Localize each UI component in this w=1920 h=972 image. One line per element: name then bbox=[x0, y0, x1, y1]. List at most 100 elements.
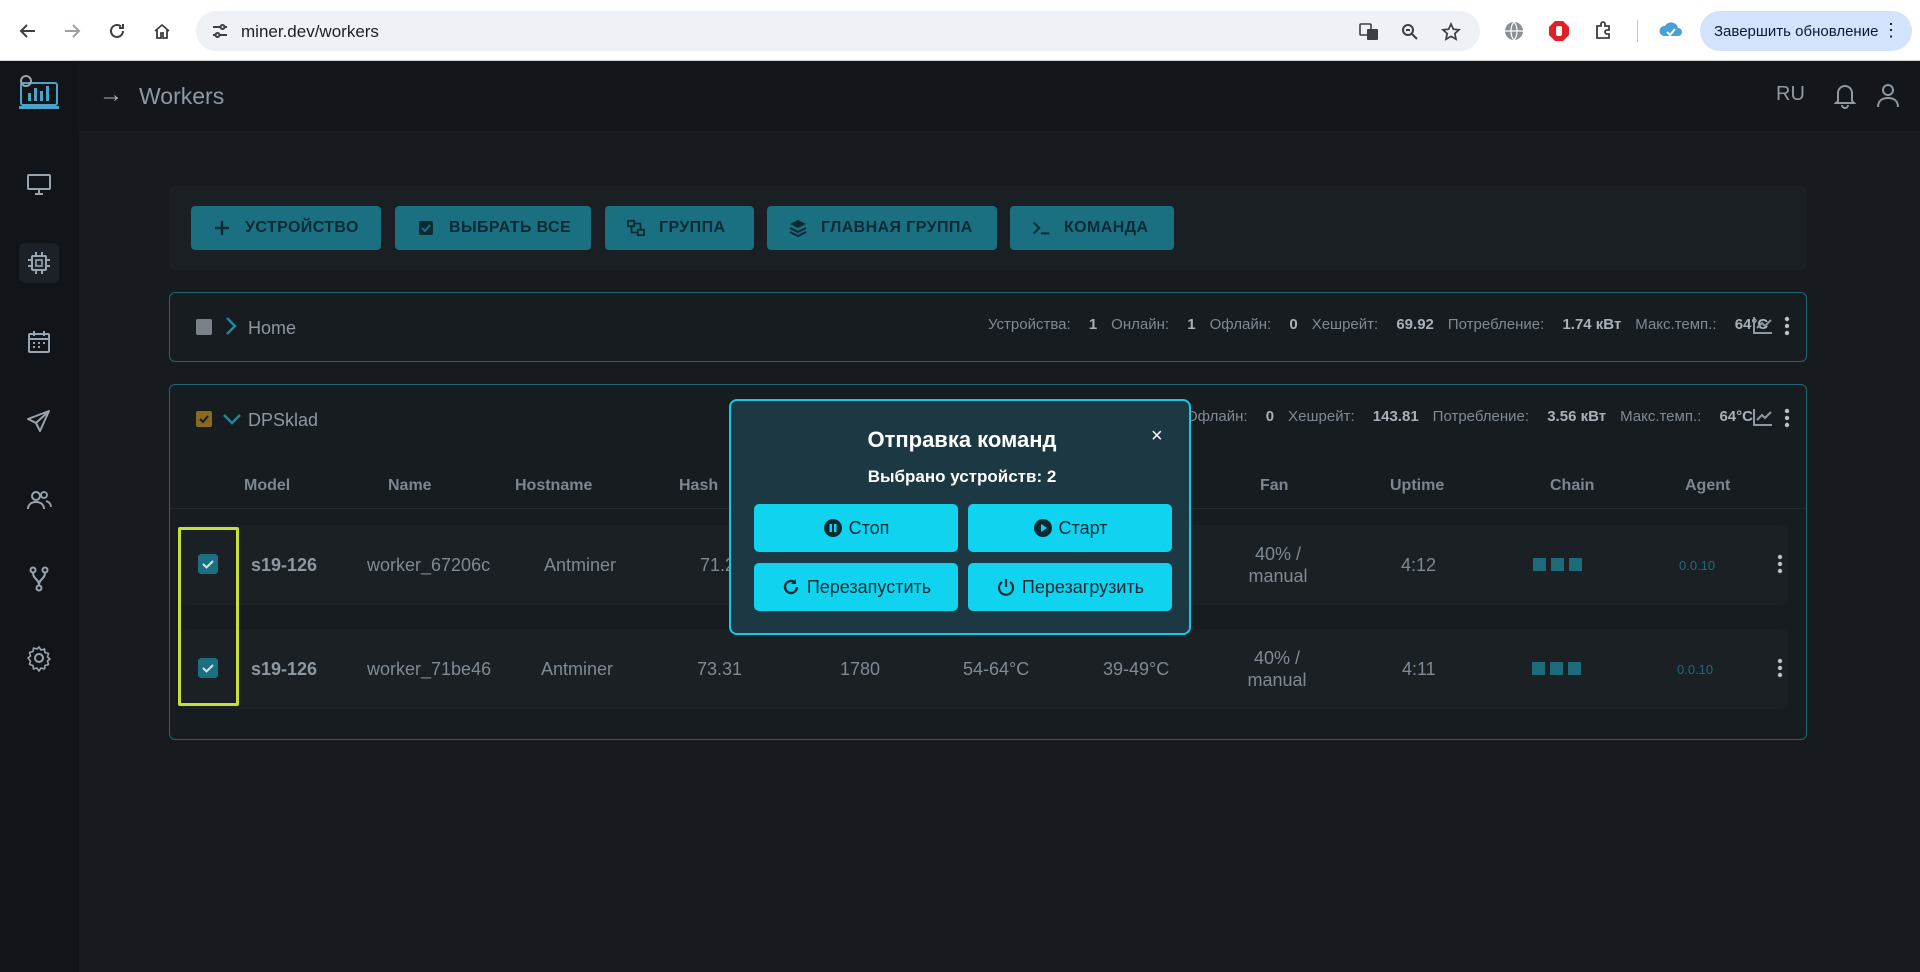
column-header-uptime[interactable]: Uptime bbox=[1390, 477, 1444, 495]
chain-indicator bbox=[1551, 558, 1564, 571]
reload-icon[interactable] bbox=[103, 17, 131, 45]
cell-hash: 73.31 bbox=[697, 659, 743, 679]
app-header: → Workers RU bbox=[79, 61, 1920, 131]
row-menu-icon[interactable] bbox=[1777, 658, 1783, 678]
extensions-puzzle-icon[interactable] bbox=[1591, 18, 1617, 44]
cell-name[interactable]: worker_71be46 bbox=[367, 659, 491, 680]
address-bar[interactable]: miner.dev/workers bbox=[196, 11, 1480, 51]
profile-sync-icon[interactable] bbox=[1658, 18, 1684, 44]
group-stats-home: Устройства: 1 Онлайн: 1 Офлайн: 0 Хешрейт: … bbox=[988, 316, 1782, 333]
add-device-label: УСТРОЙСТВО bbox=[245, 219, 359, 236]
cell-hostname: Antminer bbox=[544, 555, 617, 575]
back-icon[interactable] bbox=[14, 17, 42, 45]
stat-label: Макс.темп.: bbox=[1620, 408, 1702, 425]
chart-line-icon[interactable] bbox=[1752, 407, 1774, 427]
column-header-name[interactable]: Name bbox=[388, 477, 432, 495]
bell-icon[interactable] bbox=[1831, 81, 1859, 109]
select-all-button[interactable]: ВЫБРАТЬ ВСЕ bbox=[395, 206, 591, 250]
checkbox-icon bbox=[417, 219, 435, 237]
sidebar-item-calendar[interactable] bbox=[19, 322, 59, 362]
column-header-chain[interactable]: Chain bbox=[1550, 477, 1594, 495]
stat-value: 3.56 кВт bbox=[1547, 408, 1607, 425]
column-header-hash[interactable]: Hash bbox=[679, 477, 718, 495]
sidebar-item-settings[interactable] bbox=[19, 638, 59, 678]
adblock-extension-icon[interactable] bbox=[1546, 18, 1572, 44]
chain-indicator bbox=[1550, 662, 1563, 675]
add-device-button[interactable]: УСТРОЙСТВО bbox=[191, 206, 381, 250]
plus-icon bbox=[213, 219, 231, 237]
chain-status bbox=[1532, 662, 1581, 675]
close-icon[interactable]: × bbox=[1151, 425, 1163, 448]
column-header-agent[interactable]: Agent bbox=[1685, 477, 1730, 495]
group-icon bbox=[627, 219, 645, 237]
globe-extension-icon[interactable] bbox=[1501, 18, 1527, 44]
stat-value: 1.74 кВт bbox=[1562, 316, 1622, 333]
home-icon[interactable] bbox=[148, 17, 176, 45]
sidebar-item-branch[interactable] bbox=[19, 559, 59, 599]
stat-label: Макс.темп.: bbox=[1635, 316, 1717, 333]
stat-label: Устройства: bbox=[988, 316, 1071, 333]
url-text[interactable]: miner.dev/workers bbox=[241, 22, 379, 42]
sidebar-item-users[interactable] bbox=[19, 480, 59, 520]
group-checkbox-home[interactable] bbox=[196, 319, 212, 335]
start-button[interactable]: Старт bbox=[968, 504, 1172, 552]
stat-label: Офлайн: bbox=[1209, 316, 1272, 333]
column-header-fan[interactable]: Fan bbox=[1260, 477, 1288, 495]
cell-agent[interactable]: 0.0.10 bbox=[1677, 662, 1713, 677]
group-checkbox-dpsklad[interactable] bbox=[196, 411, 212, 427]
command-button[interactable]: КОМАНДА bbox=[1010, 206, 1174, 250]
arrow-right-icon[interactable]: → bbox=[99, 81, 123, 109]
finish-update-button[interactable]: Завершить обновление ⋮ bbox=[1700, 11, 1912, 51]
translate-icon[interactable] bbox=[1358, 21, 1380, 43]
reboot-button[interactable]: Перезагрузить bbox=[968, 563, 1172, 611]
zoom-icon[interactable] bbox=[1399, 21, 1421, 43]
cell-temp-chip: 54-64°C bbox=[963, 659, 1030, 679]
group-name-home[interactable]: Home bbox=[248, 318, 296, 339]
bookmark-star-icon[interactable] bbox=[1440, 21, 1462, 43]
chain-status bbox=[1533, 558, 1582, 571]
page-title: Workers bbox=[139, 83, 225, 109]
restart-button[interactable]: Перезапустить bbox=[754, 563, 958, 611]
stop-button[interactable]: Стоп bbox=[754, 504, 958, 552]
group-button[interactable]: ГРУППА bbox=[605, 206, 754, 250]
forward-icon[interactable] bbox=[58, 17, 86, 45]
group-name-dpsklad[interactable]: DPSklad bbox=[248, 410, 318, 431]
stat-value: 64°C bbox=[1719, 408, 1753, 425]
main-group-button[interactable]: ГЛАВНАЯ ГРУППА bbox=[767, 206, 997, 250]
sidebar-item-monitor[interactable] bbox=[19, 164, 59, 204]
chevron-down-icon[interactable] bbox=[222, 412, 242, 426]
column-header-model[interactable]: Model bbox=[244, 477, 290, 495]
stat-label: Офлайн: bbox=[1186, 408, 1248, 425]
sidebar-item-send[interactable] bbox=[19, 401, 59, 441]
cell-fan-mode: manual bbox=[1248, 566, 1308, 586]
chip-icon bbox=[28, 252, 50, 274]
select-all-label: ВЫБРАТЬ ВСЕ bbox=[449, 219, 572, 236]
cell-name[interactable]: worker_67206c bbox=[367, 555, 490, 576]
column-header-hostname[interactable]: Hostname bbox=[515, 477, 592, 495]
cell-agent[interactable]: 0.0.10 bbox=[1679, 558, 1715, 573]
chart-line-icon[interactable] bbox=[1752, 315, 1774, 335]
stat-label: Потребление: bbox=[1432, 408, 1530, 425]
stat-value: 143.81 bbox=[1372, 408, 1419, 425]
kebab-menu-icon[interactable] bbox=[1784, 408, 1790, 428]
row-menu-icon[interactable] bbox=[1777, 554, 1783, 574]
cell-fan: 40% / bbox=[1254, 544, 1302, 564]
dialog-subtitle: Выбрано устройств: 2 bbox=[867, 467, 1057, 486]
reboot-label: Перезагрузить bbox=[1021, 576, 1145, 597]
cell-power: 1780 bbox=[840, 659, 881, 679]
cell-uptime: 4:12 bbox=[1401, 555, 1437, 575]
chevron-right-icon[interactable] bbox=[224, 316, 238, 336]
sidebar-item-workers[interactable] bbox=[19, 243, 59, 283]
browser-menu-icon[interactable]: ⋮ bbox=[1882, 21, 1900, 39]
app-logo[interactable] bbox=[17, 75, 61, 111]
cell-temp-board: 39-49°C bbox=[1103, 659, 1170, 679]
stat-label: Онлайн: bbox=[1111, 316, 1170, 333]
site-settings-icon[interactable] bbox=[210, 21, 230, 41]
kebab-menu-icon[interactable] bbox=[1784, 316, 1790, 336]
calendar-icon bbox=[28, 331, 50, 353]
user-icon[interactable] bbox=[1874, 81, 1902, 109]
group-label: ГРУППА bbox=[659, 219, 726, 236]
selection-highlight bbox=[178, 527, 239, 706]
play-icon bbox=[1033, 518, 1053, 538]
language-switch[interactable]: RU bbox=[1776, 83, 1805, 106]
